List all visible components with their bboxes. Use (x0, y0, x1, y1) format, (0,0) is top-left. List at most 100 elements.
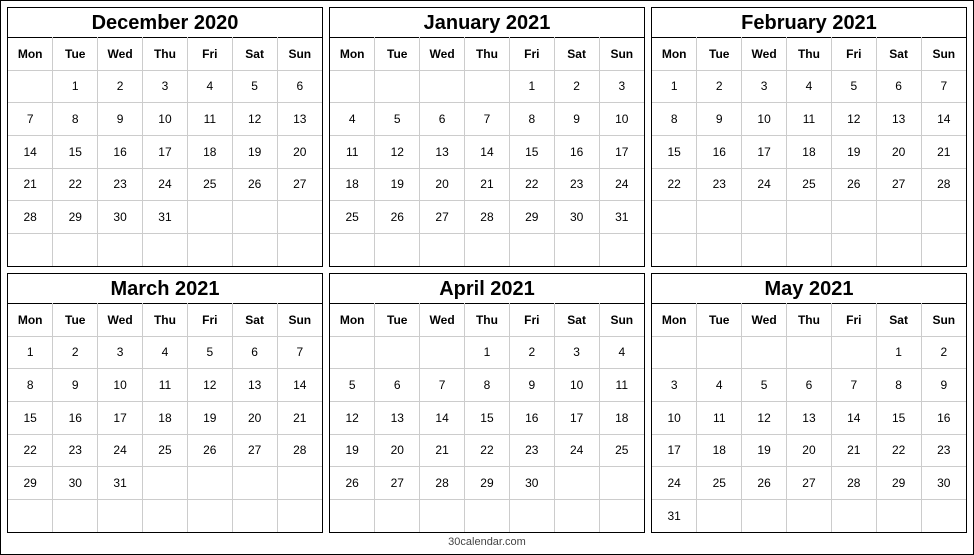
day-cell: 20 (277, 135, 322, 168)
day-cell: 10 (652, 401, 697, 434)
day-cell: 20 (420, 168, 465, 201)
weekday-header: Fri (509, 304, 554, 337)
day-cell: 4 (143, 336, 188, 369)
day-cell (697, 201, 742, 234)
month-title: December 2020 (8, 8, 322, 37)
day-cell: 18 (187, 135, 232, 168)
day-cell (787, 201, 832, 234)
day-cell: 8 (652, 103, 697, 136)
day-cell: 10 (599, 103, 644, 136)
day-cell: 6 (232, 336, 277, 369)
day-cell: 24 (143, 168, 188, 201)
day-cell: 1 (8, 336, 53, 369)
day-cell: 30 (921, 467, 966, 500)
month-block: December 2020 Mon Tue Wed Thu Fri Sat Su… (7, 7, 323, 267)
weekday-header: Thu (465, 304, 510, 337)
day-cell: 7 (921, 70, 966, 103)
weekday-header: Wed (742, 304, 787, 337)
weekday-header: Wed (742, 38, 787, 71)
day-cell: 4 (697, 369, 742, 402)
day-cell (554, 233, 599, 266)
day-cell: 10 (143, 103, 188, 136)
day-cell (143, 467, 188, 500)
day-cell (330, 233, 375, 266)
day-cell (465, 70, 510, 103)
weekday-header: Thu (143, 304, 188, 337)
day-cell: 9 (53, 369, 98, 402)
day-cell (420, 70, 465, 103)
day-cell: 19 (232, 135, 277, 168)
day-cell (921, 201, 966, 234)
day-cell: 6 (375, 369, 420, 402)
day-cell: 29 (8, 467, 53, 500)
day-cell (187, 201, 232, 234)
day-cell: 26 (187, 434, 232, 467)
day-cell: 27 (787, 467, 832, 500)
weekday-header: Tue (697, 38, 742, 71)
day-cell: 2 (554, 70, 599, 103)
day-cell: 10 (742, 103, 787, 136)
day-cell: 13 (420, 135, 465, 168)
day-cell: 17 (652, 434, 697, 467)
day-cell (232, 233, 277, 266)
day-cell: 3 (652, 369, 697, 402)
month-grid: MonTueWedThuFriSatSun 12 3456789 1011121… (652, 303, 966, 532)
weekday-header: Fri (831, 38, 876, 71)
day-cell: 18 (787, 135, 832, 168)
day-cell (509, 233, 554, 266)
day-cell (232, 499, 277, 532)
day-cell: 28 (831, 467, 876, 500)
month-block: April 2021 MonTueWedThuFriSatSun 1234 56… (329, 273, 645, 533)
day-cell: 17 (143, 135, 188, 168)
day-cell: 23 (53, 434, 98, 467)
day-cell (277, 467, 322, 500)
day-cell: 9 (98, 103, 143, 136)
day-cell (742, 201, 787, 234)
day-cell: 25 (330, 201, 375, 234)
day-cell: 16 (554, 135, 599, 168)
day-cell: 9 (921, 369, 966, 402)
day-cell: 14 (277, 369, 322, 402)
day-cell: 24 (599, 168, 644, 201)
day-cell: 10 (554, 369, 599, 402)
day-cell (375, 499, 420, 532)
day-cell: 6 (876, 70, 921, 103)
day-cell (187, 467, 232, 500)
day-cell (742, 233, 787, 266)
day-cell: 19 (330, 434, 375, 467)
day-cell: 4 (330, 103, 375, 136)
day-cell: 28 (465, 201, 510, 234)
day-cell: 4 (787, 70, 832, 103)
day-cell: 15 (53, 135, 98, 168)
day-cell: 17 (554, 401, 599, 434)
day-cell: 21 (277, 401, 322, 434)
day-cell: 1 (53, 70, 98, 103)
day-cell: 26 (831, 168, 876, 201)
day-cell: 28 (921, 168, 966, 201)
day-cell (53, 233, 98, 266)
weekday-header: Mon (8, 304, 53, 337)
day-cell: 27 (876, 168, 921, 201)
day-cell: 6 (277, 70, 322, 103)
day-cell (787, 336, 832, 369)
month-title: March 2021 (8, 274, 322, 303)
day-cell: 16 (509, 401, 554, 434)
day-cell: 12 (742, 401, 787, 434)
weekday-header: Sun (599, 304, 644, 337)
day-cell: 31 (143, 201, 188, 234)
weekday-header: Wed (420, 38, 465, 71)
day-cell (876, 233, 921, 266)
day-cell: 2 (509, 336, 554, 369)
day-cell: 23 (697, 168, 742, 201)
day-cell: 23 (554, 168, 599, 201)
day-cell: 19 (831, 135, 876, 168)
day-cell (742, 499, 787, 532)
weekday-header: Sat (554, 38, 599, 71)
day-cell: 5 (330, 369, 375, 402)
day-cell (787, 499, 832, 532)
day-cell: 3 (98, 336, 143, 369)
weekday-header: Wed (98, 38, 143, 71)
day-cell: 2 (98, 70, 143, 103)
day-cell (831, 201, 876, 234)
month-grid: MonTueWedThuFriSatSun 123 45678910 11121… (330, 37, 644, 266)
